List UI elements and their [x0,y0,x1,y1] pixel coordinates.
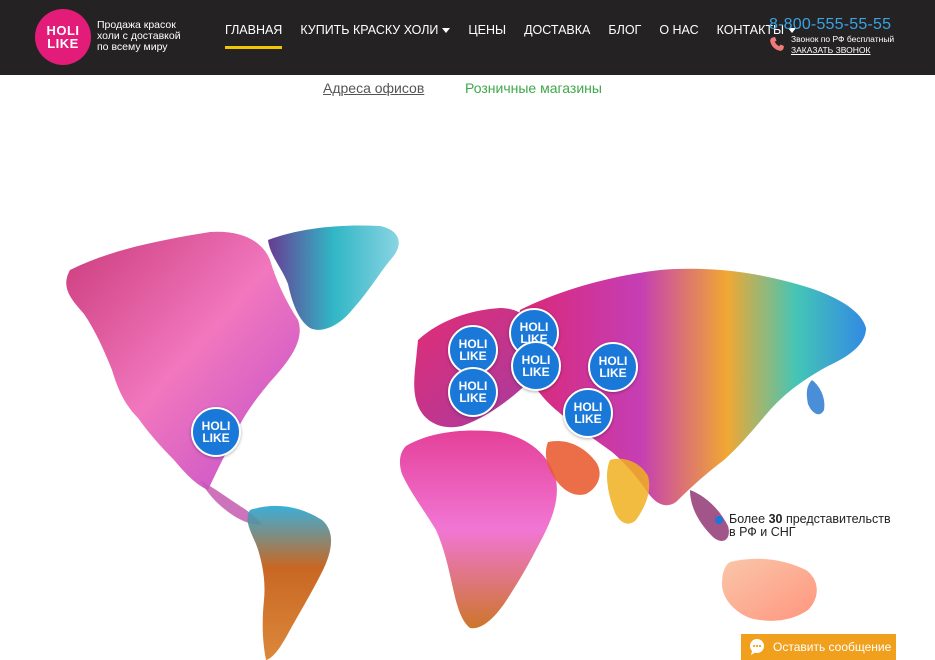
nav-item-label: Купить краску холи [300,23,439,37]
nav-item-home[interactable]: Главная [225,22,283,49]
nav-item-delivery[interactable]: Доставка [524,22,590,38]
nav-item-label: Блог [608,23,642,37]
phone-block: 8-800-555-55-55 Звонок по РФ бесплатный … [769,16,894,55]
main-navigation: Главная Купить краску холи Цены Доставка… [225,22,814,49]
marker-label: LIKE [202,431,230,445]
nav-item-label: Доставка [524,23,591,37]
australia-shape [722,558,817,621]
marker-label: LIKE [459,391,487,405]
nav-item-about[interactable]: О нас [659,22,698,38]
nav-item-prices[interactable]: Цены [468,22,506,38]
nav-item-label: Главная [225,23,283,37]
north-america-shape [66,231,300,490]
site-header: HOLI LIKE Продажа красок холи с доставко… [0,0,935,75]
leave-message-label: Оставить сообщение [773,640,892,654]
map-marker-siberia[interactable]: HOLI LIKE [588,342,638,392]
map-marker-russia-central[interactable]: HOLI LIKE [511,341,561,391]
representatives-count: 30 [768,512,783,526]
marker-label: LIKE [574,412,602,426]
site-tagline: Продажа красок холи с доставкой по всему… [97,20,207,53]
map-marker-kazakhstan[interactable]: HOLI LIKE [563,388,613,438]
nav-item-blog[interactable]: Блог [608,22,641,38]
nav-item-label: Цены [468,23,507,37]
marker-label: LIKE [459,349,487,363]
order-callback-link[interactable]: ЗАКАЗАТЬ ЗВОНОК [791,45,870,55]
south-america-shape [247,505,332,660]
marker-label: LIKE [599,366,627,380]
africa-shape [399,430,557,629]
leave-message-button[interactable]: Оставить сообщение [741,634,896,660]
free-call-note: Звонок по РФ бесплатный [791,34,895,44]
phone-icon [770,37,784,51]
tagline-line-3: по всему миру [97,41,168,53]
map-marker-usa[interactable]: HOLI LIKE [191,407,241,457]
nav-item-buy-paint[interactable]: Купить краску холи [300,22,451,38]
representatives-prefix: Более [729,512,769,526]
world-map [66,225,866,660]
phone-number[interactable]: 8-800-555-55-55 [769,16,891,34]
chat-bubble-icon [750,639,764,655]
japan-shape [806,380,825,415]
map-marker-europe-south[interactable]: HOLI LIKE [448,367,498,417]
representatives-suffix: представительств [782,512,891,526]
logo-line-2: LIKE [47,36,79,51]
nav-item-label: О нас [659,23,699,37]
representatives-note: Более 30 представительств в РФ и СНГ [715,513,891,539]
holi-like-logo[interactable]: HOLI LIKE [35,9,91,65]
tab-office-addresses[interactable]: Адреса офисов [323,80,424,96]
blue-dot-icon [715,516,723,524]
tab-retail-stores[interactable]: Розничные магазины [465,80,602,96]
representatives-line-2: в РФ и СНГ [729,525,796,539]
marker-label: LIKE [522,365,550,379]
caret-down-icon [442,27,451,33]
